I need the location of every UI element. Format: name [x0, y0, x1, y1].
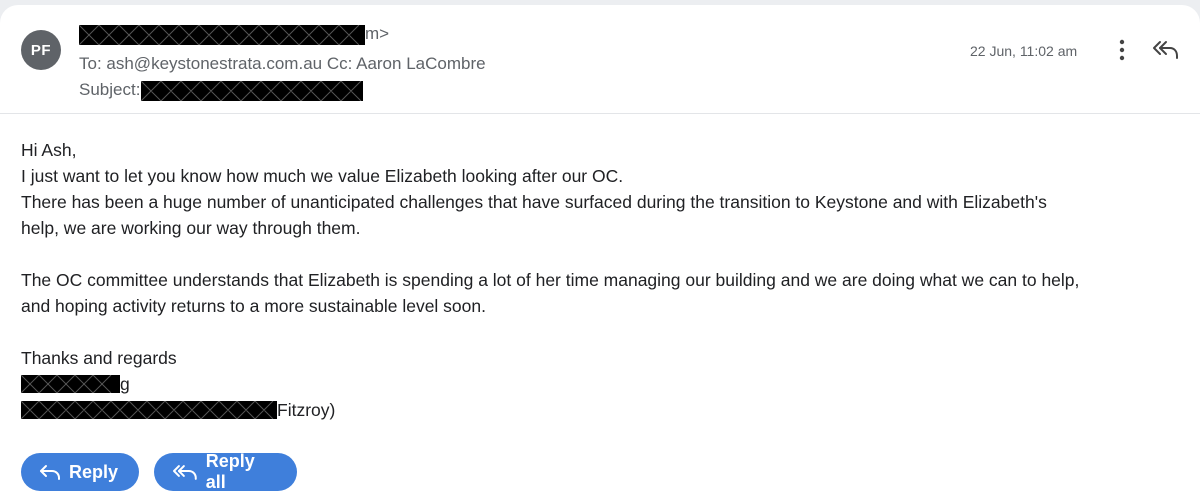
reply-all-icon[interactable]	[1151, 38, 1179, 62]
from-suffix: m>	[365, 24, 390, 43]
from-line: m>	[79, 24, 389, 45]
signoff: Thanks and regards	[21, 348, 177, 368]
sender-avatar[interactable]: PF	[21, 30, 61, 70]
redacted-org	[21, 401, 277, 419]
header-divider	[0, 113, 1200, 114]
email-date: 22 Jun, 11:02 am	[970, 43, 1078, 59]
recipients-line: To: ash@keystonestrata.com.au Cc: Aaron …	[79, 54, 486, 73]
reply-icon	[40, 465, 60, 480]
signature-org: Fitzroy)	[21, 397, 1191, 423]
more-vert-icon[interactable]	[1112, 37, 1132, 63]
subject-label: Subject:	[79, 80, 141, 99]
body-line: I just want to let you know how much we …	[21, 166, 624, 186]
redacted-sender	[79, 24, 365, 45]
redacted-name	[21, 375, 120, 393]
signature-name: g	[21, 371, 1191, 397]
body-line: help, we are working our way through the…	[21, 218, 361, 238]
signature-org-suffix: Fitzroy)	[277, 400, 336, 420]
redacted-subject	[141, 80, 364, 101]
reply-all-button-label: Reply all	[205, 451, 255, 492]
signature-name-suffix: g	[120, 374, 130, 394]
message-body: Hi Ash, I just want to let you know how …	[21, 137, 1191, 423]
subject-line: Subject:	[79, 80, 364, 101]
body-line: The OC committee understands that Elizab…	[21, 270, 1080, 290]
reply-button[interactable]: Reply	[21, 453, 139, 491]
body-line: There has been a huge number of unantici…	[21, 192, 1047, 212]
reply-all-icon	[172, 465, 197, 480]
reply-button-label: Reply	[69, 461, 119, 482]
reply-all-button[interactable]: Reply all	[154, 451, 297, 492]
greeting: Hi Ash,	[21, 140, 77, 160]
email-card: PF m> To: ash@keystonestrata.com.au Cc: …	[0, 5, 1200, 504]
body-line: and hoping activity returns to a more su…	[21, 296, 486, 316]
